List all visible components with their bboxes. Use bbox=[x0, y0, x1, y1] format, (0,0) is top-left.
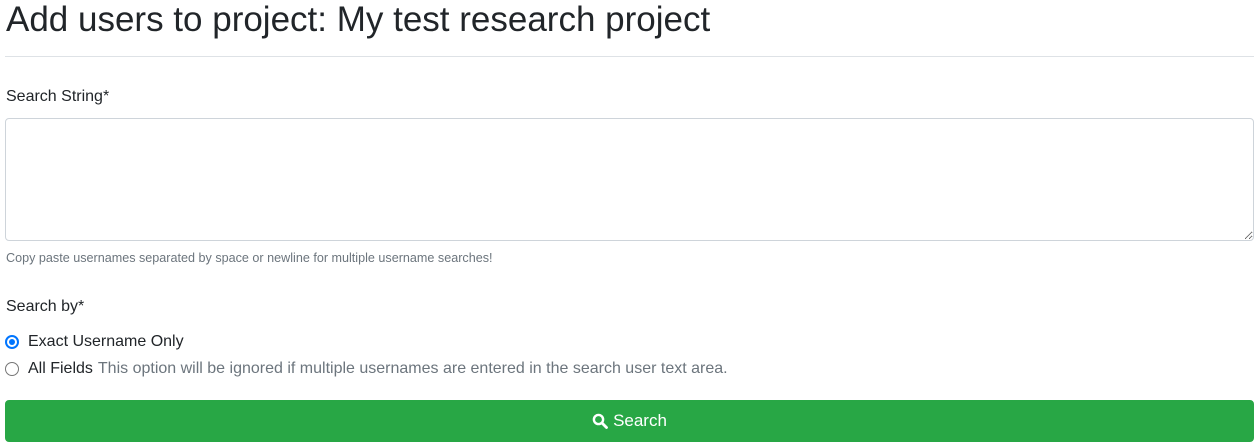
all-fields-radio[interactable] bbox=[5, 362, 19, 376]
all-fields-label[interactable]: All Fields bbox=[28, 359, 93, 379]
search-string-label: Search String* bbox=[6, 88, 110, 105]
search-option-exact-username[interactable]: Exact Username Only bbox=[5, 332, 184, 352]
page-title: Add users to project: My test research p… bbox=[6, 0, 711, 39]
search-button[interactable]: Search bbox=[5, 400, 1254, 442]
search-option-all-fields[interactable]: All Fields This option will be ignored i… bbox=[5, 359, 728, 379]
search-button-label: Search bbox=[613, 411, 667, 430]
title-divider bbox=[5, 56, 1254, 57]
all-fields-note: This option will be ignored if multiple … bbox=[97, 360, 728, 377]
search-icon bbox=[592, 413, 608, 429]
add-users-page: Add users to project: My test research p… bbox=[0, 0, 1258, 448]
search-string-field-wrapper bbox=[5, 118, 1254, 241]
search-by-label: Search by* bbox=[6, 298, 85, 315]
search-string-textarea[interactable] bbox=[5, 118, 1254, 241]
search-string-help-text: Copy paste usernames separated by space … bbox=[6, 251, 493, 265]
exact-username-radio[interactable] bbox=[5, 335, 19, 349]
exact-username-label[interactable]: Exact Username Only bbox=[28, 332, 184, 352]
